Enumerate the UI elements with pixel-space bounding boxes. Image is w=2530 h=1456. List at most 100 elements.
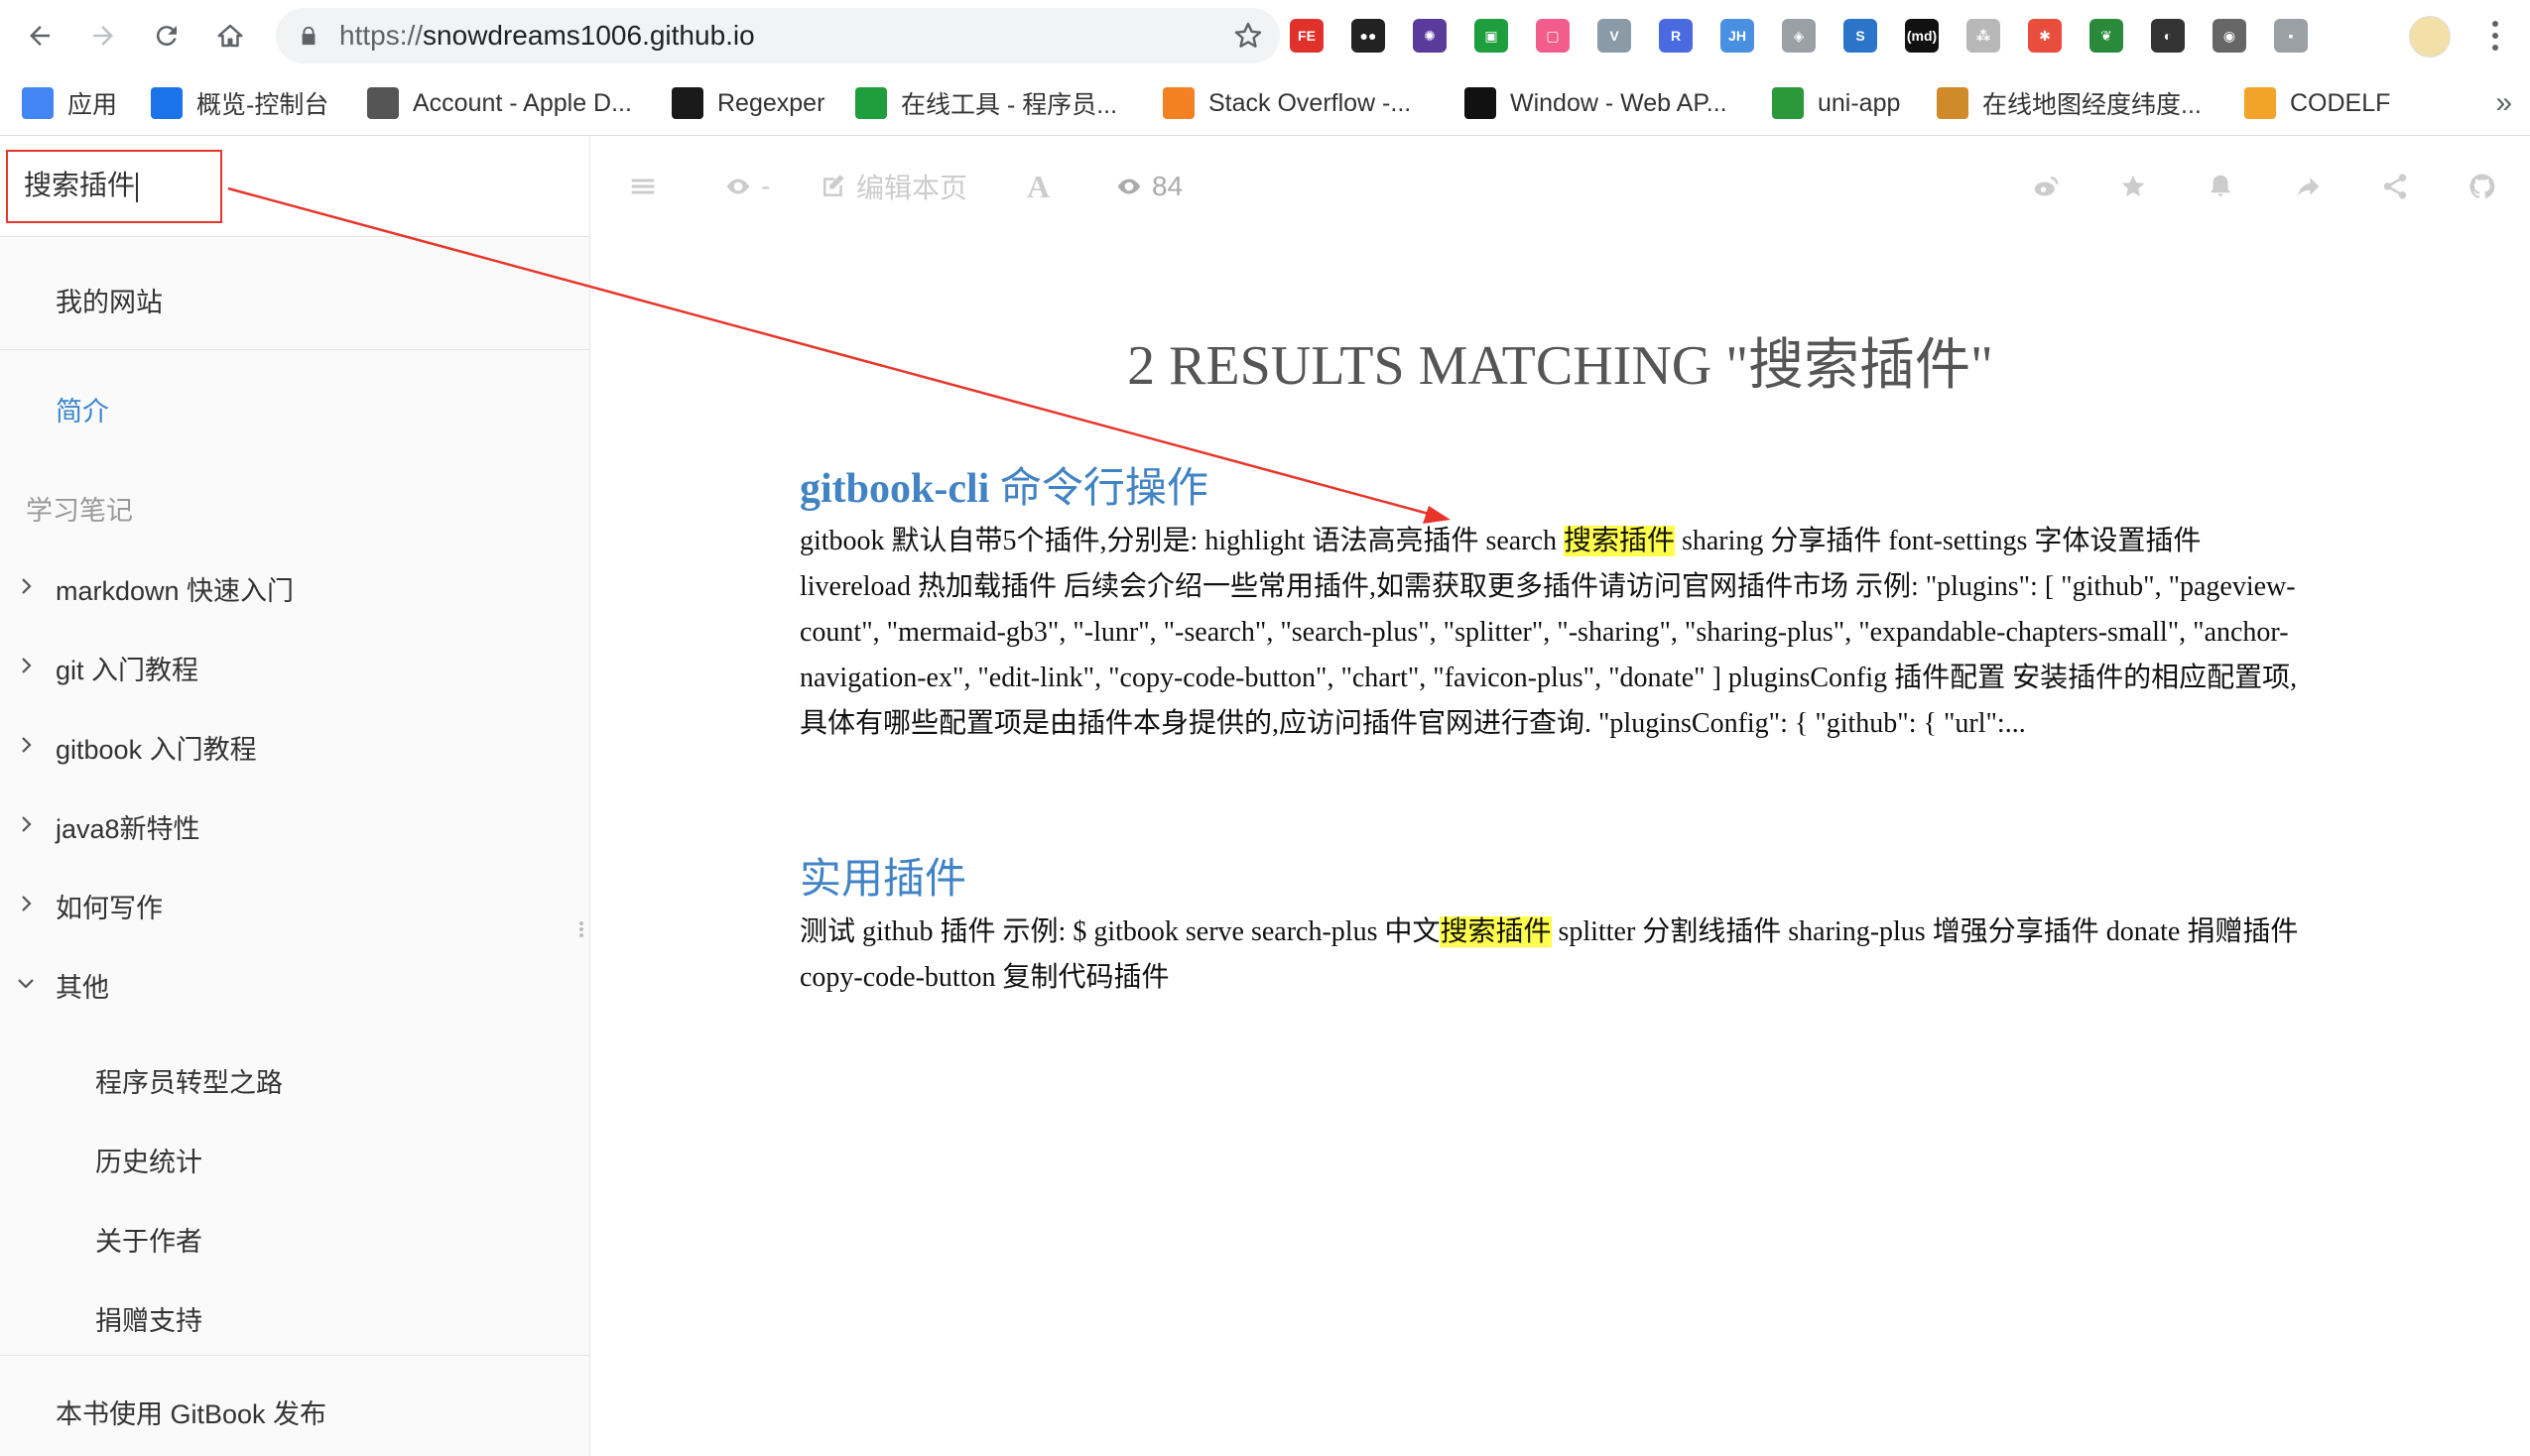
sidebar-chapter[interactable]: gitbook 入门教程: [56, 728, 257, 767]
chevron-right-icon[interactable]: [16, 814, 36, 834]
s-blue-icon[interactable]: S: [1843, 19, 1877, 53]
share-nodes-icon: [2383, 174, 2407, 199]
edit-page-label: 编辑本页: [856, 173, 968, 203]
bookmark-uniapp[interactable]: uni-app: [1772, 71, 1900, 135]
star-button[interactable]: [2118, 170, 2148, 203]
t-icon: [855, 87, 887, 119]
shield-ext-icon[interactable]: ◈: [1782, 19, 1816, 53]
search-result-title[interactable]: 实用插件: [800, 850, 2318, 910]
chevron-right-icon[interactable]: [16, 894, 36, 913]
sidebar-chapter[interactable]: markdown 快速入门: [56, 569, 294, 608]
bookmark-apple[interactable]: Account - Apple D...: [367, 71, 632, 135]
md-icon[interactable]: (md): [1905, 19, 1939, 53]
reload-icon: [156, 26, 177, 47]
r-hexagon-icon[interactable]: R: [1659, 19, 1693, 53]
back-button[interactable]: [18, 14, 62, 58]
address-bar[interactable]: https://snowdreams1006.github.io: [276, 8, 1280, 63]
vue-icon[interactable]: V: [1597, 19, 1631, 53]
font-settings-button[interactable]: A: [1027, 169, 1050, 204]
github-icon: [2469, 174, 2495, 198]
bookmark-label: 应用: [67, 91, 118, 119]
pageview-counter: 84: [1114, 170, 1183, 203]
bookmark-label: uni-app: [1818, 88, 1901, 117]
home-button[interactable]: [208, 14, 252, 58]
bookmarks-overflow-button[interactable]: »: [2495, 71, 2512, 135]
bookmark-tools[interactable]: 在线工具 - 程序员...: [855, 71, 1117, 135]
toggle-summary-button[interactable]: [628, 170, 658, 203]
sidebar-item-my-site[interactable]: 我的网站: [56, 281, 163, 319]
sidebar-resize-handle[interactable]: [579, 919, 585, 945]
apps-grid-icon: [22, 87, 54, 119]
reload-button[interactable]: [145, 14, 189, 58]
square-ext-icon[interactable]: ▪: [2274, 19, 2308, 53]
search-box: 搜索插件: [0, 136, 589, 237]
profile-avatar[interactable]: [2409, 16, 2451, 58]
search-input[interactable]: 搜索插件: [6, 150, 222, 223]
sidebar-item-intro[interactable]: 简介: [56, 390, 109, 428]
hamburger-menu-icon: [631, 179, 655, 194]
excerpt-text: 测试 github 插件 示例: $ gitbook serve search-…: [800, 916, 1441, 947]
bookmark-stackoverflow[interactable]: Stack Overflow -...: [1163, 71, 1411, 135]
r-icon: [672, 87, 703, 119]
gitbook-publish-link[interactable]: 本书使用 GitBook 发布: [56, 1393, 326, 1431]
notification-button[interactable]: [2206, 170, 2235, 203]
browser-toolbar: https://snowdreams1006.github.io FE ●● ✺ ▣ ▢…: [0, 0, 2530, 71]
sidebar-section-header: 学习笔记: [26, 496, 133, 526]
url-text: https://snowdreams1006.github.io: [339, 8, 755, 63]
bookmark-codelf[interactable]: CODELF: [2244, 71, 2390, 135]
map-icon: [1937, 87, 1968, 119]
u-icon: [1772, 87, 1804, 119]
sidebar-chapter[interactable]: 其他: [56, 966, 109, 1005]
fe-helper-icon[interactable]: FE: [1290, 19, 1324, 53]
bilibili-icon[interactable]: ▢: [1536, 19, 1570, 53]
forward-share-button[interactable]: [2293, 170, 2323, 203]
home-icon: [217, 24, 243, 48]
tampermonkey-icon[interactable]: ●●: [1351, 19, 1385, 53]
camera-shutter-icon[interactable]: ✺: [1413, 19, 1447, 53]
sidebar-chapter[interactable]: git 入门教程: [56, 649, 198, 687]
circle-dark-icon[interactable]: ◐: [2151, 19, 2185, 53]
browser-menu-button[interactable]: [2480, 14, 2510, 58]
jh-icon[interactable]: JH: [1720, 19, 1754, 53]
weibo-icon: [2034, 177, 2059, 196]
result-title-latin: gitbook-cli: [800, 466, 990, 512]
lock-icon: [302, 26, 316, 46]
bookmark-label: Account - Apple D...: [413, 88, 632, 117]
sidebar-chapter[interactable]: java8新特性: [56, 807, 200, 846]
bookmark-label: 概览-控制台: [196, 91, 329, 119]
eye-icon: [1117, 179, 1141, 194]
search-result-title[interactable]: gitbook-cli 命令行操作: [800, 459, 2318, 519]
sidebar-chapter[interactable]: 如何写作: [56, 887, 163, 925]
book-header: - 编辑本页 A 84: [590, 136, 2530, 235]
share-weibo-button[interactable]: [2031, 170, 2061, 203]
chevron-down-icon[interactable]: [16, 973, 36, 993]
sidebar-subitem[interactable]: 历史统计: [95, 1141, 202, 1179]
arrow-left-icon: [30, 26, 50, 46]
sidebar-subitem[interactable]: 程序员转型之路: [95, 1061, 283, 1100]
bookmark-map[interactable]: 在线地图经度纬度...: [1937, 71, 2202, 135]
leaf-icon[interactable]: ❦: [2089, 19, 2123, 53]
search-results-title: 2 RESULTS MATCHING "搜索插件": [1127, 335, 1993, 397]
bookmark-aliyun[interactable]: 概览-控制台: [151, 71, 328, 135]
share-button[interactable]: [2380, 170, 2410, 203]
bookmarks-bar: » 应用 概览-控制台 Account - Apple D... Regexper 在线…: [0, 71, 2530, 136]
sidebar-subitem[interactable]: 捐赠支持: [95, 1299, 202, 1338]
github-octocat-icon[interactable]: ◉: [2213, 19, 2246, 53]
view-count-toggle[interactable]: -: [723, 170, 770, 203]
forward-button[interactable]: [81, 14, 125, 58]
chevron-right-icon[interactable]: [16, 656, 36, 675]
pageview-count: 84: [1152, 171, 1184, 201]
bookmark-regexper[interactable]: Regexper: [672, 71, 824, 135]
bookmark-star-icon[interactable]: [1232, 20, 1264, 52]
chevron-right-icon[interactable]: [16, 576, 36, 596]
edit-page-link[interactable]: 编辑本页: [819, 170, 967, 203]
sidebar-subitem[interactable]: 关于作者: [95, 1220, 202, 1259]
green-square-icon[interactable]: ▣: [1474, 19, 1508, 53]
bookmark-apps[interactable]: 应用: [22, 71, 117, 135]
bookmark-mdn[interactable]: Window - Web AP...: [1464, 71, 1727, 135]
pinwheel-icon[interactable]: ✱: [2028, 19, 2062, 53]
github-button[interactable]: [2467, 170, 2497, 203]
tree-icon[interactable]: ⁂: [1966, 19, 2000, 53]
chevron-right-icon[interactable]: [16, 735, 36, 755]
bookmark-label: Regexper: [717, 88, 825, 117]
